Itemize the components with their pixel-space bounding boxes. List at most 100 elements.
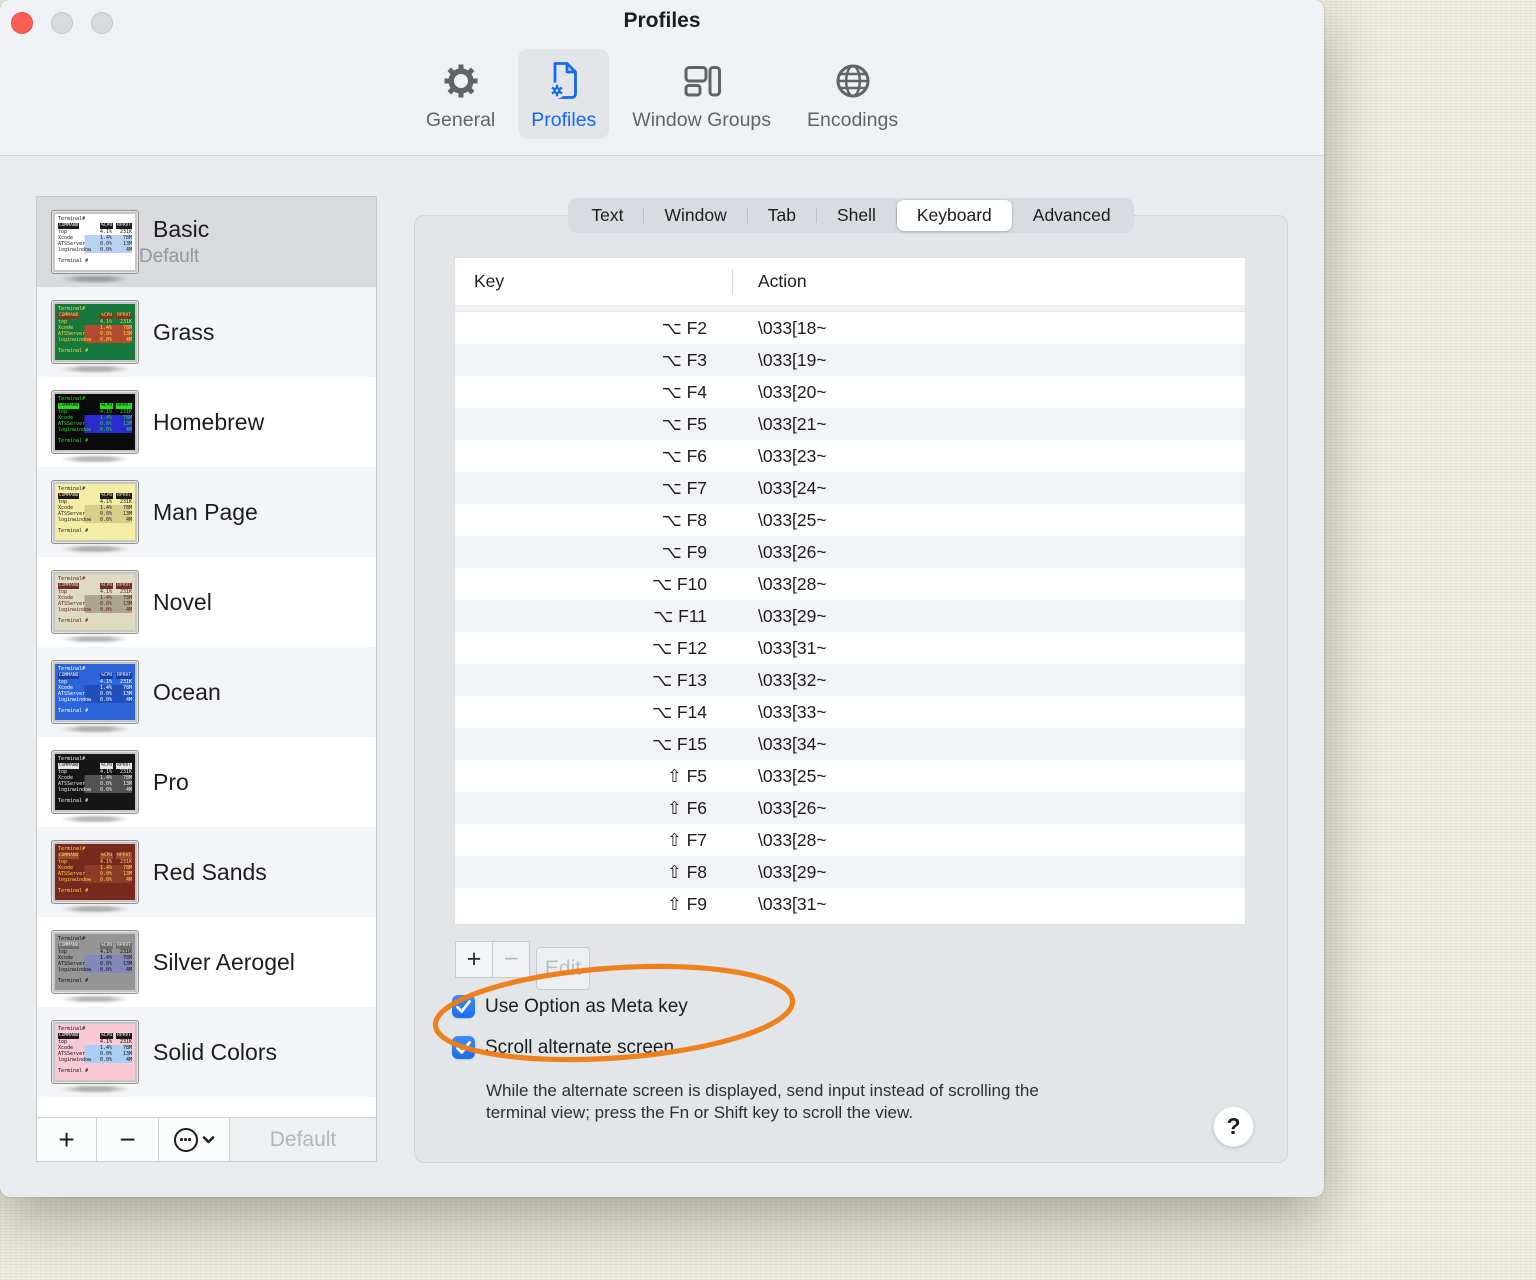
key-cell: ⌥ F7 <box>661 477 707 498</box>
toolbar-item-general[interactable]: General <box>413 49 508 139</box>
toolbar-item-encodings[interactable]: Encodings <box>794 49 911 139</box>
thumb-text: 0.0% <box>99 607 112 613</box>
profile-row-red-sands[interactable]: Terminal# COMMAND %CPU RPRVT top 4.1% 231K Xcod… <box>37 827 376 917</box>
thumbnail-screen: Terminal# COMMAND %CPU RPRVT top 4.1% 231K Xcod… <box>55 844 135 900</box>
thumb-row: loginwindow 0.0% 4M <box>58 337 132 343</box>
column-header-key[interactable]: Key <box>455 271 731 292</box>
key-cell: ⌥ F9 <box>661 541 707 562</box>
tab-bar: Text Window Tab Shell Keyboard Advanced <box>414 198 1288 233</box>
profile-row-novel[interactable]: Terminal# COMMAND %CPU RPRVT top 4.1% 231K Xcod… <box>37 557 376 647</box>
key-table-row[interactable]: ⌥ F7 \033[24~ <box>455 472 1245 504</box>
more-options-button[interactable] <box>159 1118 230 1161</box>
key-table-row[interactable]: ⌥ F8 \033[25~ <box>455 504 1245 536</box>
tab-tab[interactable]: Tab <box>748 200 816 231</box>
scroll-alternate-screen-checkbox[interactable] <box>452 1036 475 1059</box>
thumb-row: loginwindow 0.0% 4M <box>58 967 132 973</box>
key-cell: ⌥ F4 <box>661 381 707 402</box>
action-cell: \033[26~ <box>758 541 827 562</box>
profile-row-solid-colors[interactable]: Terminal# COMMAND %CPU RPRVT top 4.1% 231K Xcod… <box>37 1007 376 1097</box>
thumb-row: loginwindow 0.0% 4M <box>58 247 132 253</box>
toolbar-item-profiles[interactable]: Profiles <box>518 49 610 139</box>
thumb-text: loginwindow <box>58 1057 92 1063</box>
remove-profile-button[interactable]: − <box>97 1118 159 1161</box>
key-table-row[interactable]: ⇧ F7 \033[28~ <box>455 824 1245 856</box>
key-table-row[interactable]: ⌥ F14 \033[33~ <box>455 696 1245 728</box>
action-cell: \033[29~ <box>758 861 827 882</box>
tab-window[interactable]: Window <box>644 200 746 231</box>
profile-row-basic[interactable]: Terminal# COMMAND %CPU RPRVT top 4.1% 231K Xcod… <box>37 197 376 287</box>
thumb-text: 0.0% <box>99 427 112 433</box>
key-table-row[interactable]: ⌥ F11 \033[29~ <box>455 600 1245 632</box>
key-table-row[interactable]: ⌥ F5 \033[21~ <box>455 408 1245 440</box>
table-header: Key Action <box>455 258 1245 306</box>
key-table-row[interactable]: ⇧ F6 \033[26~ <box>455 792 1245 824</box>
profile-row-pro[interactable]: Terminal# COMMAND %CPU RPRVT top 4.1% 231K Xcod… <box>37 737 376 827</box>
profile-row-man-page[interactable]: Terminal# COMMAND %CPU RPRVT top 4.1% 231K Xcod… <box>37 467 376 557</box>
thumb-text: Terminal # <box>58 438 89 444</box>
thumb-text: 4M <box>125 337 132 343</box>
tab-shell[interactable]: Shell <box>817 200 896 231</box>
thumb-text: Terminal# <box>58 846 86 852</box>
key-cell: ⌥ F10 <box>651 573 707 594</box>
key-table-row[interactable]: ⌥ F12 \033[31~ <box>455 632 1245 664</box>
segmented-control: Text Window Tab Shell Keyboard Advanced <box>568 198 1134 233</box>
toolbar-item-window-groups[interactable]: Window Groups <box>619 49 784 139</box>
key-table-row[interactable]: ⇧ F8 \033[29~ <box>455 856 1245 888</box>
thumbnail-screen: Terminal# COMMAND %CPU RPRVT top 4.1% 231K Xcod… <box>55 214 135 270</box>
key-table-row[interactable]: ⇧ F5 \033[25~ <box>455 760 1245 792</box>
profile-row-silver-aerogel[interactable]: Terminal# COMMAND %CPU RPRVT top 4.1% 231K Xcod… <box>37 917 376 1007</box>
key-cell: ⌥ F3 <box>661 349 707 370</box>
window-groups-icon <box>679 56 725 106</box>
key-cell: ⌥ F8 <box>661 509 707 530</box>
key-table-row[interactable]: ⌥ F6 \033[23~ <box>455 440 1245 472</box>
thumb-text: 0.0% <box>99 877 112 883</box>
tab-text[interactable]: Text <box>571 200 643 231</box>
action-cell: \033[31~ <box>758 637 827 658</box>
action-cell: \033[20~ <box>758 381 827 402</box>
thumb-text: Terminal# <box>58 576 86 582</box>
add-profile-button[interactable]: + <box>37 1118 97 1161</box>
column-header-action[interactable]: Action <box>731 271 807 292</box>
key-table-row[interactable]: ⌥ F9 \033[26~ <box>455 536 1245 568</box>
profile-thumbnail: Terminal# COMMAND %CPU RPRVT top 4.1% 231K Xcod… <box>51 930 139 994</box>
key-table-row[interactable]: ⌥ F15 \033[34~ <box>455 728 1245 760</box>
profile-name-block: Silver Aerogel <box>139 949 295 976</box>
thumb-text: 4M <box>125 247 132 253</box>
thumbnail-screen: Terminal# COMMAND %CPU RPRVT top 4.1% 231K Xcod… <box>55 754 135 810</box>
key-table-row[interactable]: ⌥ F13 \033[32~ <box>455 664 1245 696</box>
tab-advanced[interactable]: Advanced <box>1013 200 1131 231</box>
tab-keyboard[interactable]: Keyboard <box>896 200 1012 231</box>
profile-name: Man Page <box>153 498 258 525</box>
action-cell: \033[33~ <box>758 701 827 722</box>
key-table-row[interactable]: ⌥ F10 \033[28~ <box>455 568 1245 600</box>
thumb-text: 4M <box>125 967 132 973</box>
profile-name: Pro <box>153 768 189 795</box>
key-cell: ⌥ F5 <box>661 413 707 434</box>
key-table-row[interactable]: ⌥ F4 \033[20~ <box>455 376 1245 408</box>
profile-row-grass[interactable]: Terminal# COMMAND %CPU RPRVT top 4.1% 231K Xcod… <box>37 287 376 377</box>
thumb-text: Terminal # <box>58 618 89 624</box>
thumbnail-screen: Terminal# COMMAND %CPU RPRVT top 4.1% 231K Xcod… <box>55 304 135 360</box>
add-key-button[interactable]: + <box>455 941 493 978</box>
thumb-text: Terminal # <box>58 708 89 714</box>
option-meta-checkbox-row: Use Option as Meta key <box>452 995 688 1018</box>
profile-row-ocean[interactable]: Terminal# COMMAND %CPU RPRVT top 4.1% 231K Xcod… <box>37 647 376 737</box>
column-separator[interactable] <box>732 269 733 295</box>
profile-name-block: Man Page <box>139 499 258 526</box>
thumb-text: Terminal# <box>58 936 86 942</box>
key-cell: ⌥ F6 <box>661 445 707 466</box>
profile-row-homebrew[interactable]: Terminal# COMMAND %CPU RPRVT top 4.1% 231K Xcod… <box>37 377 376 467</box>
default-button[interactable]: Default <box>230 1118 376 1161</box>
key-table-row[interactable]: ⇧ F9 \033[31~ <box>455 888 1245 920</box>
alternate-screen-description: While the alternate screen is displayed,… <box>486 1080 1166 1123</box>
thumb-text: loginwindow <box>58 967 92 973</box>
thumb-text: 0.0% <box>99 1057 112 1063</box>
thumb-text: 4M <box>125 517 132 523</box>
use-option-as-meta-checkbox[interactable] <box>452 995 475 1018</box>
thumb-text: Terminal# <box>58 486 86 492</box>
key-table-row[interactable]: ⌥ F3 \033[19~ <box>455 344 1245 376</box>
help-button[interactable]: ? <box>1213 1106 1254 1147</box>
thumb-text: 4M <box>125 877 132 883</box>
key-table-row[interactable]: ⌥ F2 \033[18~ <box>455 312 1245 344</box>
action-cell: \033[34~ <box>758 733 827 754</box>
